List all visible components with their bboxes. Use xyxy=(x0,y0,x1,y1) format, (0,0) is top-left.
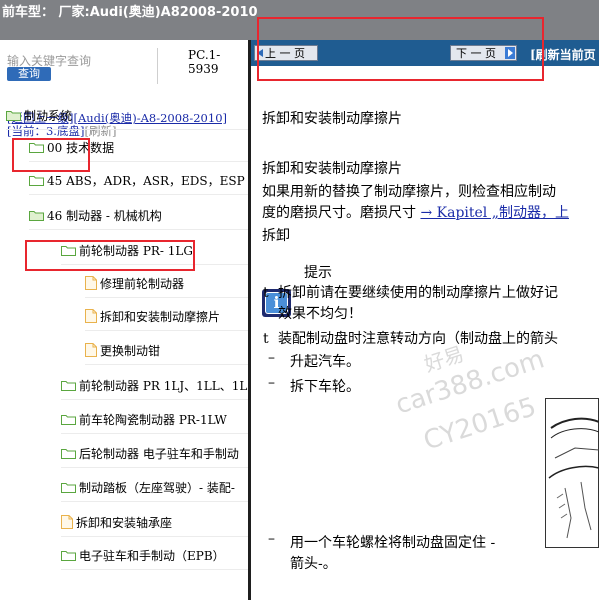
step-dash: – xyxy=(268,531,275,547)
query-button[interactable]: 查询 xyxy=(7,67,51,81)
tree-file[interactable]: 更换制动钳 xyxy=(85,340,249,365)
folder-icon xyxy=(61,482,76,493)
tree-item-label: 00 技术数据 xyxy=(47,140,115,155)
page-toolbar: 上 一 页 下 一 页 [刷新当前页 xyxy=(251,40,599,66)
paragraph-line: 度的磨损尺寸。磨损尺寸 → Kapitel „制动器，上 xyxy=(262,202,569,222)
divider xyxy=(157,48,158,84)
folder-icon xyxy=(61,448,76,459)
note-line: 装配制动盘时注意转动方向（制动盘上的箭头 xyxy=(278,331,558,347)
bullet-icon: t xyxy=(263,285,269,301)
file-icon xyxy=(85,309,97,323)
tree-item-label: 拆卸和安装轴承座 xyxy=(76,515,173,530)
note-line: 拆卸前请在要继续使用的制动摩擦片上做好记 xyxy=(278,285,558,301)
step-dash: – xyxy=(268,350,275,366)
refresh-link[interactable]: [刷新] xyxy=(84,124,116,138)
folder-open-icon xyxy=(29,210,44,221)
file-icon xyxy=(61,515,73,529)
next-page-button[interactable]: 下 一 页 xyxy=(450,45,517,61)
tree-folder[interactable]: 前车轮陶瓷制动器 PR-1LW xyxy=(61,409,249,434)
file-icon xyxy=(85,343,97,357)
step-text: 用一个车轮螺栓将制动盘固定住 - xyxy=(290,535,496,551)
step-text: 拆下车轮。 xyxy=(290,379,360,395)
tree-folder[interactable]: 45 ABS，ADR，ASR，EDS，ESP xyxy=(29,170,249,195)
folder-icon xyxy=(61,414,76,425)
refresh-page-link[interactable]: [刷新当前页 xyxy=(530,46,596,63)
tree-item-label: 前轮制动器 PR- 1LG xyxy=(79,243,193,258)
tree-item-label: 前轮制动器 PR 1LJ、1LL、1L xyxy=(79,378,248,393)
tree-item-label: 前车轮陶瓷制动器 PR-1LW xyxy=(79,412,227,427)
tree-file[interactable]: 修理前轮制动器 xyxy=(85,273,249,298)
arrow-right-icon xyxy=(505,47,515,59)
tree-item-label: 拆卸和安装制动摩擦片 xyxy=(100,309,221,324)
prev-page-button[interactable]: 上 一 页 xyxy=(254,45,318,61)
tree-folder[interactable]: 前轮制动器 PR 1LJ、1LL、1L xyxy=(61,375,249,400)
step-text: 箭头-。 xyxy=(290,556,337,572)
content-pane: 上 一 页 下 一 页 [刷新当前页 拆卸和安装制动摩擦片 拆卸和安装制动摩擦片… xyxy=(251,40,599,600)
tree-item-label: 后轮制动器 电子驻车和手制动 xyxy=(79,446,239,461)
folder-icon xyxy=(61,550,76,561)
tree-item-label: 制动系统 xyxy=(24,108,73,123)
pc-code: PC.1-5939 xyxy=(188,48,221,76)
tree-item-label: 电子驻车和手制动（EPB） xyxy=(79,548,225,563)
folder-icon xyxy=(61,380,76,391)
doc-heading: 拆卸和安装制动摩擦片 xyxy=(262,161,402,177)
next-page-label: 下 一 页 xyxy=(456,47,496,60)
current-node: [当前：3.底盘] xyxy=(7,124,85,138)
folder-open-icon xyxy=(6,110,21,121)
folder-icon xyxy=(61,245,76,256)
folder-icon xyxy=(29,175,44,186)
folder-icon xyxy=(29,142,44,153)
tree-folder[interactable]: 电子驻车和手制动（EPB） xyxy=(61,545,249,570)
sidebar: 输入关键字查询 查询 PC.1-5939 [返回上一级][Audi(奥迪)-A8… xyxy=(0,40,249,600)
tree-folder[interactable]: 46 制动器 - 机械机构 xyxy=(29,205,249,230)
note-label: 提示 xyxy=(304,265,332,281)
tree-folder[interactable]: 制动系统 xyxy=(6,105,249,130)
tree-folder[interactable]: 后轮制动器 电子驻车和手制动 xyxy=(61,443,249,468)
tree-item-label: 修理前轮制动器 xyxy=(100,276,185,291)
tree-folder[interactable]: 00 技术数据 xyxy=(29,137,249,162)
note-line: 效果不均匀！ xyxy=(278,306,362,322)
tree-file[interactable]: 拆卸和安装轴承座 xyxy=(61,512,249,537)
tree-file[interactable]: 拆卸和安装制动摩擦片 xyxy=(85,306,249,331)
tree-item-label: 45 ABS，ADR，ASR，EDS，ESP xyxy=(47,173,245,188)
step-text: 升起汽车。 xyxy=(290,354,360,370)
section-removal: 拆卸 xyxy=(262,228,290,244)
tree-item-label: 46 制动器 - 机械机构 xyxy=(47,208,162,223)
paragraph-text: 度的磨损尺寸。磨损尺寸 xyxy=(262,205,421,221)
paragraph-line: 如果用新的替换了制动摩擦片，则检查相应制动 xyxy=(262,184,556,200)
window-title: 前车型： 厂家:Audi(奥迪)A82008-2010 xyxy=(2,5,258,20)
chapter-link[interactable]: → Kapitel „制动器，上 xyxy=(420,205,569,221)
file-icon xyxy=(85,276,97,290)
bullet-icon: t xyxy=(263,331,269,347)
tree-item-label: 更换制动钳 xyxy=(100,343,161,358)
tree-folder[interactable]: 制动踏板（左座驾驶）- 装配- xyxy=(61,477,249,502)
title-bar: 前车型： 厂家:Audi(奥迪)A82008-2010 xyxy=(0,0,599,40)
tree-item-label: 制动踏板（左座驾驶）- 装配- xyxy=(79,480,235,495)
prev-page-label: 上 一 页 xyxy=(265,47,305,60)
tree-folder[interactable]: 前轮制动器 PR- 1LG xyxy=(61,240,249,265)
step-dash: – xyxy=(268,375,275,391)
doc-title: 拆卸和安装制动摩擦片 xyxy=(262,111,402,127)
brake-illustration xyxy=(545,398,599,548)
